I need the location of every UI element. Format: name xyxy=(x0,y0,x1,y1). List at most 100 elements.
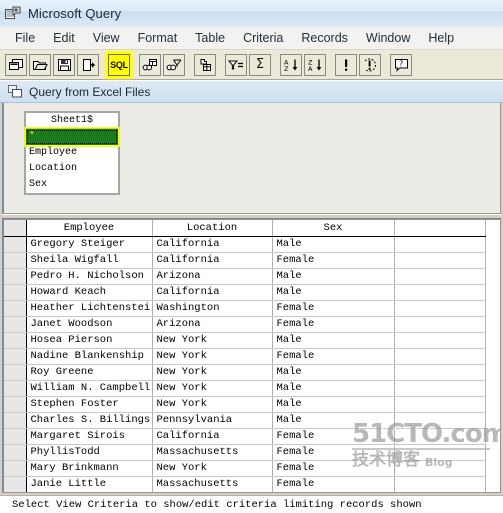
table-diagram-pane[interactable]: Sheet1$ * Employee Location Sex xyxy=(2,103,501,214)
cell-sex[interactable]: Male xyxy=(272,396,395,413)
table-row[interactable]: Stephen Foster New York Male xyxy=(4,396,486,413)
sort-descending-button[interactable]: Z A xyxy=(304,53,326,76)
table-row[interactable]: Pedro H. Nicholson Arizona Male xyxy=(4,268,486,285)
field-item-employee[interactable]: Employee xyxy=(26,145,118,161)
column-header-location[interactable]: Location xyxy=(152,220,273,237)
add-column-button[interactable] xyxy=(194,53,216,76)
cell-sex[interactable]: Male xyxy=(272,364,395,381)
table-row[interactable]: Janet Woodson Arizona Female xyxy=(4,316,486,333)
cell-blank[interactable] xyxy=(394,476,486,492)
cell-location[interactable]: California xyxy=(152,236,273,253)
cell-blank[interactable] xyxy=(394,412,486,429)
row-selector[interactable] xyxy=(4,364,27,381)
cell-sex[interactable]: Male xyxy=(272,268,395,285)
table-row[interactable]: Gregory Steiger California Male xyxy=(4,236,486,253)
cell-blank[interactable] xyxy=(394,284,486,301)
cell-employee[interactable]: William N. Campbell xyxy=(26,380,153,397)
cell-blank[interactable] xyxy=(394,252,486,269)
save-query-button[interactable] xyxy=(53,53,75,76)
field-item-asterisk[interactable]: * xyxy=(26,129,118,145)
row-selector[interactable] xyxy=(4,396,27,413)
cell-blank[interactable] xyxy=(394,380,486,397)
cycle-totals-button[interactable]: Σ xyxy=(249,53,271,76)
menu-item-help[interactable]: Help xyxy=(419,29,463,47)
cell-sex[interactable]: Male xyxy=(272,412,395,429)
row-selector[interactable] xyxy=(4,236,27,253)
mdi-restore-icon[interactable] xyxy=(8,85,23,98)
sort-ascending-button[interactable]: A Z xyxy=(280,53,302,76)
add-table-button[interactable] xyxy=(163,53,185,76)
cell-blank[interactable] xyxy=(394,460,486,477)
menu-item-format[interactable]: Format xyxy=(129,29,187,47)
table-row[interactable]: PhyllisTodd Massachusetts Female xyxy=(4,444,486,461)
cell-location[interactable]: New York xyxy=(152,364,273,381)
cell-sex[interactable]: Male xyxy=(272,236,395,253)
cell-blank[interactable] xyxy=(394,332,486,349)
cell-employee[interactable]: Nadine Blankenship xyxy=(26,348,153,365)
cell-blank[interactable] xyxy=(394,428,486,445)
cell-location[interactable]: Washington xyxy=(152,300,273,317)
table-row[interactable]: Nadine Blankenship New York Female xyxy=(4,348,486,365)
menu-item-records[interactable]: Records xyxy=(292,29,357,47)
row-selector[interactable] xyxy=(4,252,27,269)
return-data-button[interactable] xyxy=(77,53,99,76)
table-row[interactable]: Sheila Wigfall California Female xyxy=(4,252,486,269)
row-selector[interactable] xyxy=(4,316,27,333)
cell-location[interactable]: New York xyxy=(152,396,273,413)
row-selector[interactable] xyxy=(4,476,27,492)
table-row[interactable]: Charles S. Billings Pennsylvania Male xyxy=(4,412,486,429)
cell-blank[interactable] xyxy=(394,396,486,413)
cell-employee[interactable]: Howard Keach xyxy=(26,284,153,301)
cell-employee[interactable]: Stephen Foster xyxy=(26,396,153,413)
cell-location[interactable]: Massachusetts xyxy=(152,476,273,492)
cell-sex[interactable]: Female xyxy=(272,476,395,492)
cell-employee[interactable]: Charles S. Billings xyxy=(26,412,153,429)
column-header-sex[interactable]: Sex xyxy=(272,220,395,237)
column-header-blank[interactable] xyxy=(394,220,486,237)
cell-location[interactable]: Arizona xyxy=(152,316,273,333)
field-item-sex[interactable]: Sex xyxy=(26,177,118,193)
cell-blank[interactable] xyxy=(394,348,486,365)
cell-employee[interactable]: Heather Lichtenstei xyxy=(26,300,153,317)
cell-location[interactable]: New York xyxy=(152,380,273,397)
table-row[interactable]: Janie Little Massachusetts Female xyxy=(4,476,486,492)
cell-sex[interactable]: Male xyxy=(272,284,395,301)
cell-location[interactable]: Pennsylvania xyxy=(152,412,273,429)
cell-employee[interactable]: PhyllisTodd xyxy=(26,444,153,461)
cell-location[interactable]: New York xyxy=(152,332,273,349)
table-box-sheet1[interactable]: Sheet1$ * Employee Location Sex xyxy=(24,111,120,195)
cell-sex[interactable]: Female xyxy=(272,300,395,317)
row-selector[interactable] xyxy=(4,284,27,301)
row-selector[interactable] xyxy=(4,300,27,317)
cell-blank[interactable] xyxy=(394,316,486,333)
menu-item-criteria[interactable]: Criteria xyxy=(234,29,292,47)
table-row[interactable]: Mary Brinkmann New York Female xyxy=(4,460,486,477)
cell-employee[interactable]: Janet Woodson xyxy=(26,316,153,333)
cell-blank[interactable] xyxy=(394,268,486,285)
cell-employee[interactable]: Sheila Wigfall xyxy=(26,252,153,269)
cell-sex[interactable]: Female xyxy=(272,348,395,365)
menu-item-file[interactable]: File xyxy=(6,29,44,47)
table-row[interactable]: Hosea Pierson New York Male xyxy=(4,332,486,349)
cell-employee[interactable]: Roy Greene xyxy=(26,364,153,381)
view-sql-button[interactable]: SQL xyxy=(108,53,130,76)
query-now-button[interactable] xyxy=(335,53,357,76)
cell-sex[interactable]: Female xyxy=(272,316,395,333)
cell-blank[interactable] xyxy=(394,444,486,461)
cell-sex[interactable]: Male xyxy=(272,332,395,349)
cell-sex[interactable]: Male xyxy=(272,380,395,397)
cell-employee[interactable]: Mary Brinkmann xyxy=(26,460,153,477)
cell-sex[interactable]: Female xyxy=(272,428,395,445)
auto-query-button[interactable] xyxy=(359,53,381,76)
row-selector[interactable] xyxy=(4,380,27,397)
table-row[interactable]: Margaret Sirois California Female xyxy=(4,428,486,445)
cell-employee[interactable]: Hosea Pierson xyxy=(26,332,153,349)
show-tables-button[interactable] xyxy=(139,53,161,76)
menu-item-table[interactable]: Table xyxy=(186,29,234,47)
results-grid-pane[interactable]: Employee Location Sex Gregory Steiger Cal… xyxy=(2,219,501,493)
cell-sex[interactable]: Female xyxy=(272,460,395,477)
cell-employee[interactable]: Pedro H. Nicholson xyxy=(26,268,153,285)
row-selector[interactable] xyxy=(4,428,27,445)
cell-blank[interactable] xyxy=(394,236,486,253)
new-query-button[interactable] xyxy=(5,53,27,76)
